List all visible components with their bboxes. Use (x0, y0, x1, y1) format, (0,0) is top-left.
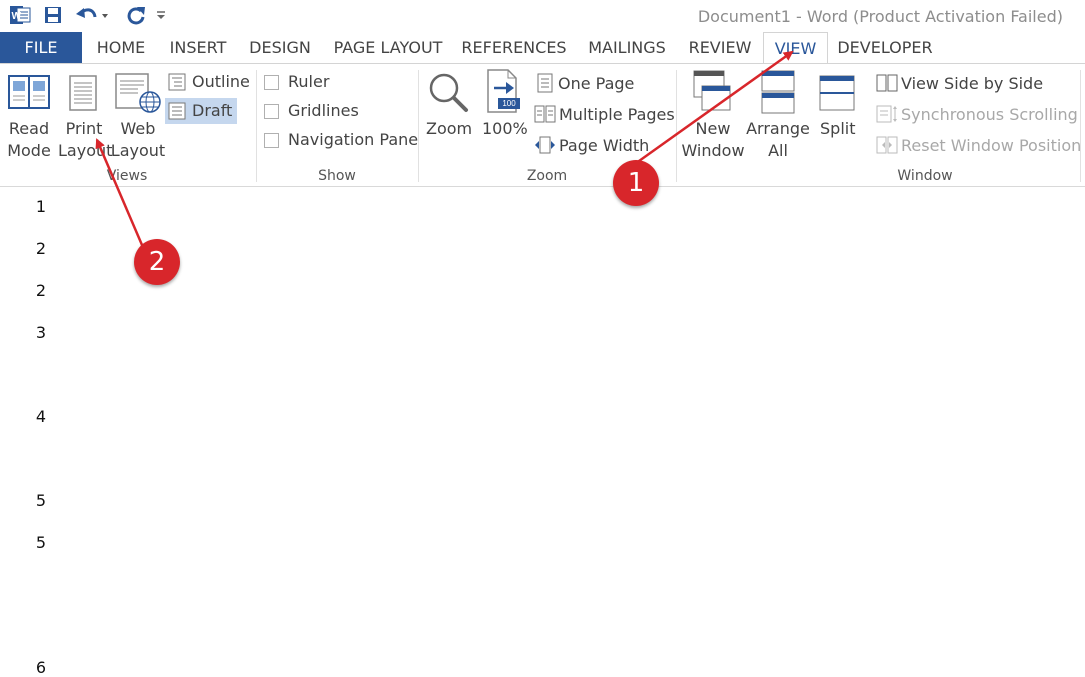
arrow-to-view-tab (631, 50, 794, 168)
callout-badge-2: 2 (134, 239, 180, 285)
annotation-arrows (95, 50, 794, 253)
callout-badge-1: 1 (613, 160, 659, 206)
arrow-to-print-layout (95, 138, 147, 253)
